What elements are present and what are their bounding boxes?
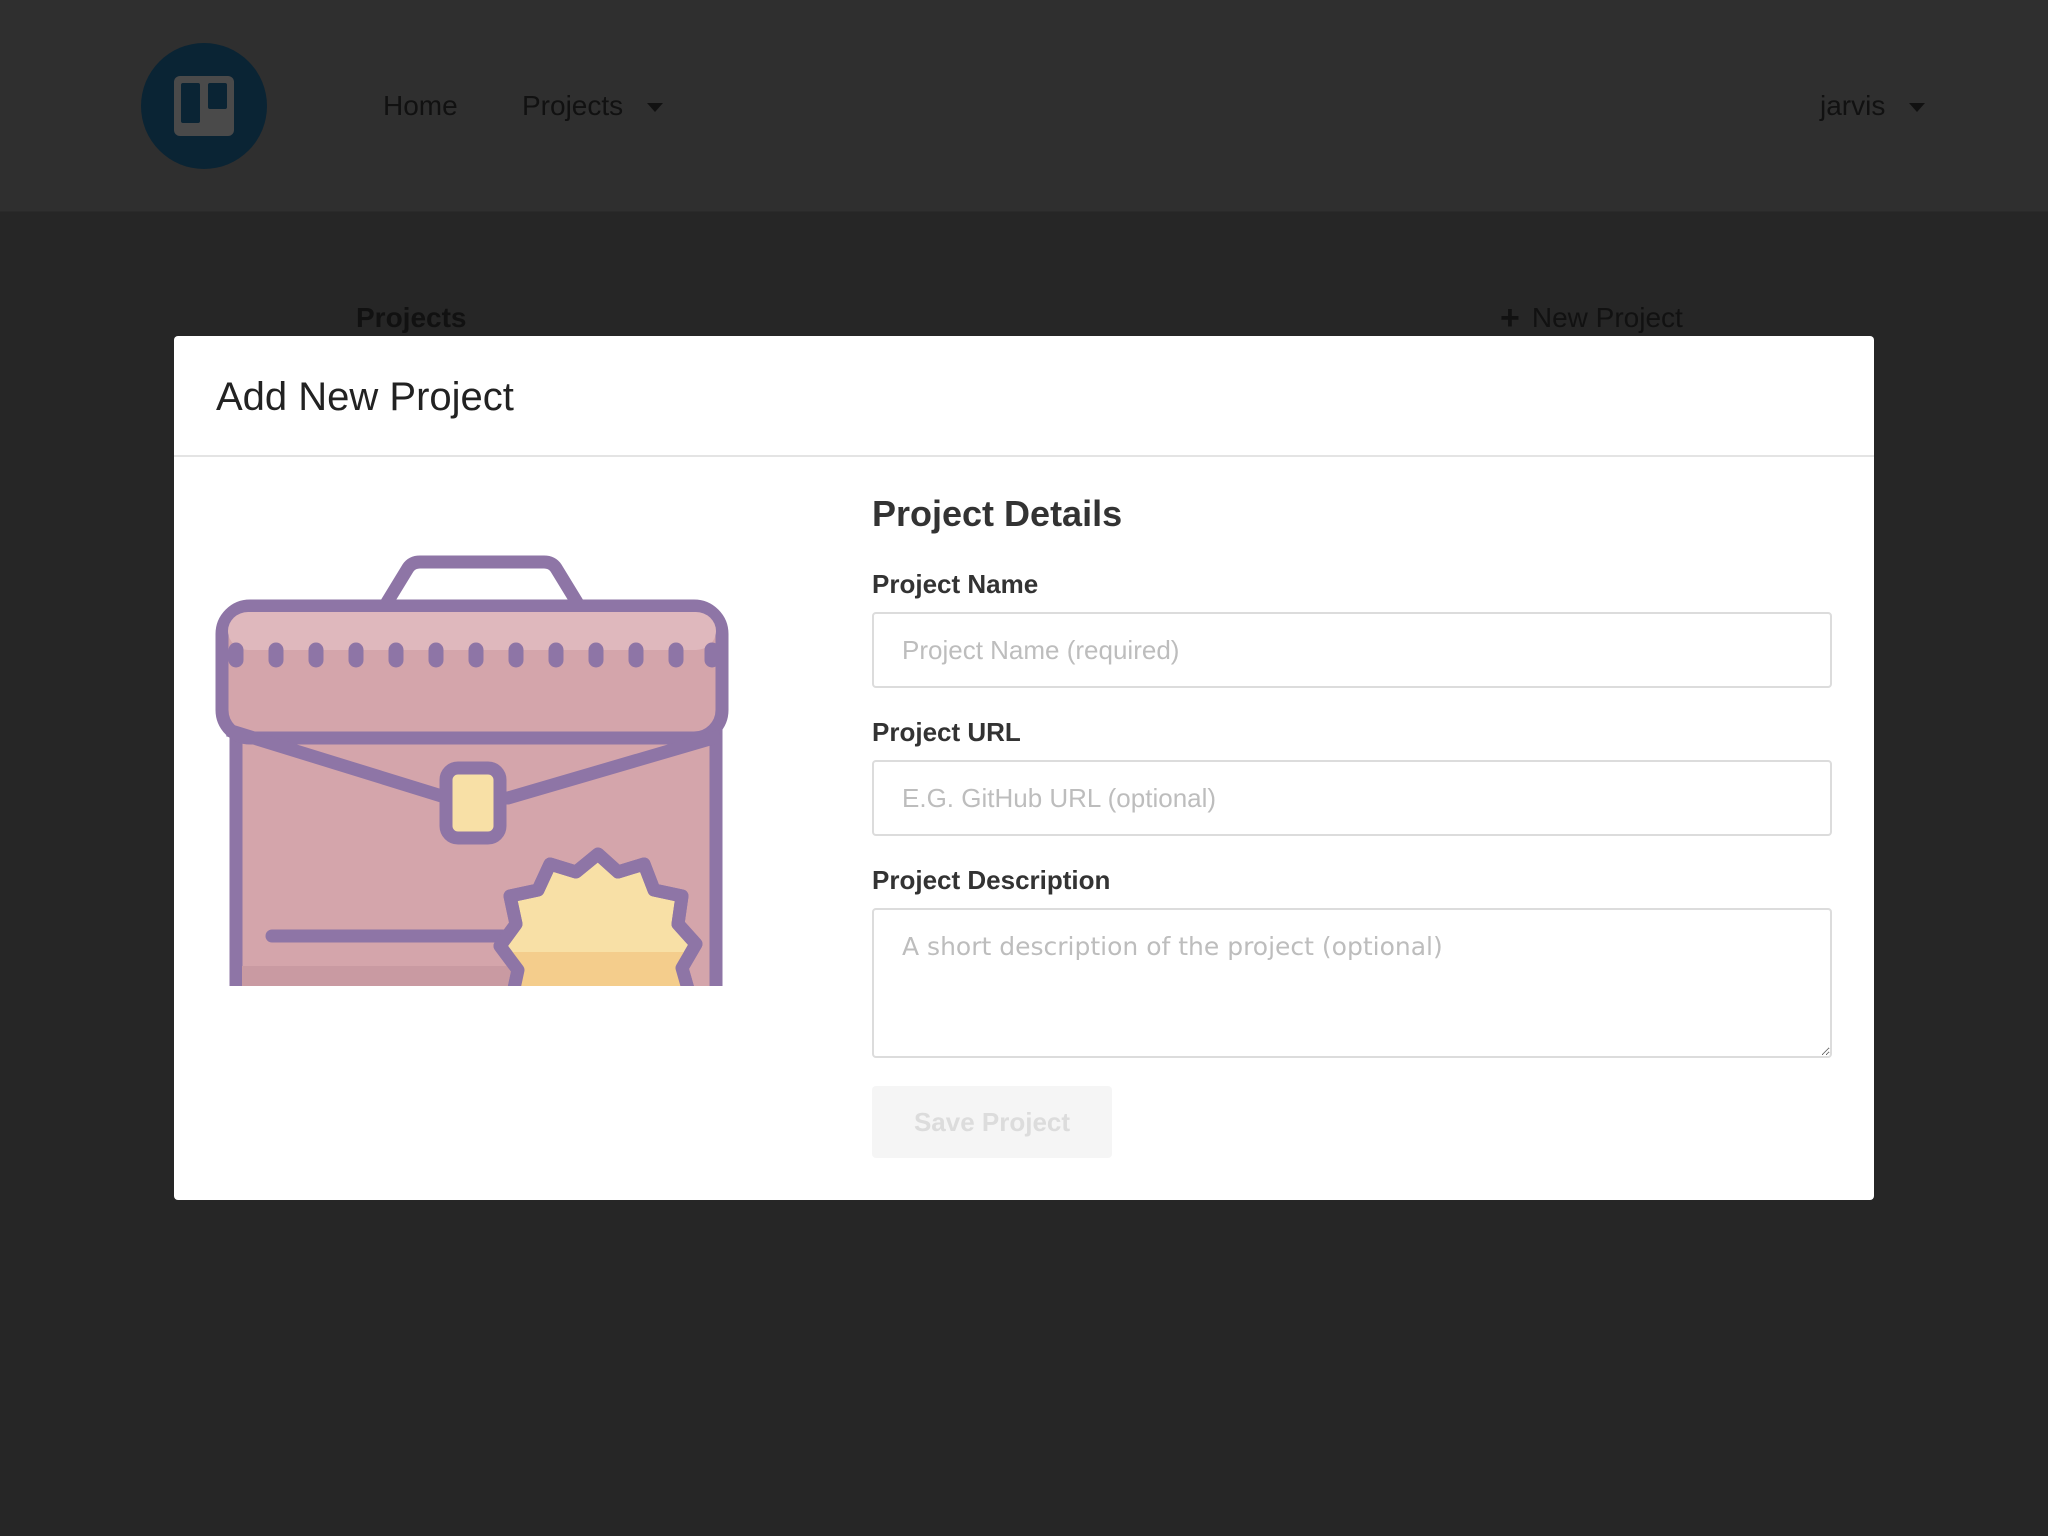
modal-title: Add New Project <box>216 375 514 419</box>
project-url-label: Project URL <box>872 717 1021 747</box>
project-description-label: Project Description <box>872 865 1111 895</box>
chevron-down-icon <box>1909 103 1926 113</box>
nav-projects-label: Projects <box>522 90 624 121</box>
project-name-input[interactable] <box>872 612 1832 688</box>
briefcase-badge-icon <box>214 506 734 1057</box>
add-project-modal: Add New Project Project Details Project … <box>174 336 1874 1200</box>
new-project-label: New Project <box>1531 302 1683 333</box>
page-title: Projects <box>356 302 467 333</box>
project-url-input[interactable] <box>872 760 1832 836</box>
top-navbar: Home Projects jarvis <box>0 0 2048 212</box>
board-logo-icon[interactable] <box>141 43 267 169</box>
project-name-label: Project Name <box>872 569 1039 599</box>
chevron-down-icon <box>647 103 664 113</box>
nav-home-link[interactable]: Home <box>383 86 458 126</box>
nav-projects-dropdown[interactable]: Projects <box>522 86 664 126</box>
plus-icon: + <box>1500 299 1520 337</box>
new-project-button[interactable]: + New Project <box>1500 300 1683 336</box>
project-description-textarea[interactable] <box>872 908 1832 1058</box>
section-title: Project Details <box>872 493 1123 534</box>
modal-header: Add New Project <box>174 336 1874 457</box>
user-name-label: jarvis <box>1820 90 1886 121</box>
user-menu-dropdown[interactable]: jarvis <box>1820 86 1926 126</box>
save-project-button[interactable]: Save Project <box>872 1086 1112 1158</box>
